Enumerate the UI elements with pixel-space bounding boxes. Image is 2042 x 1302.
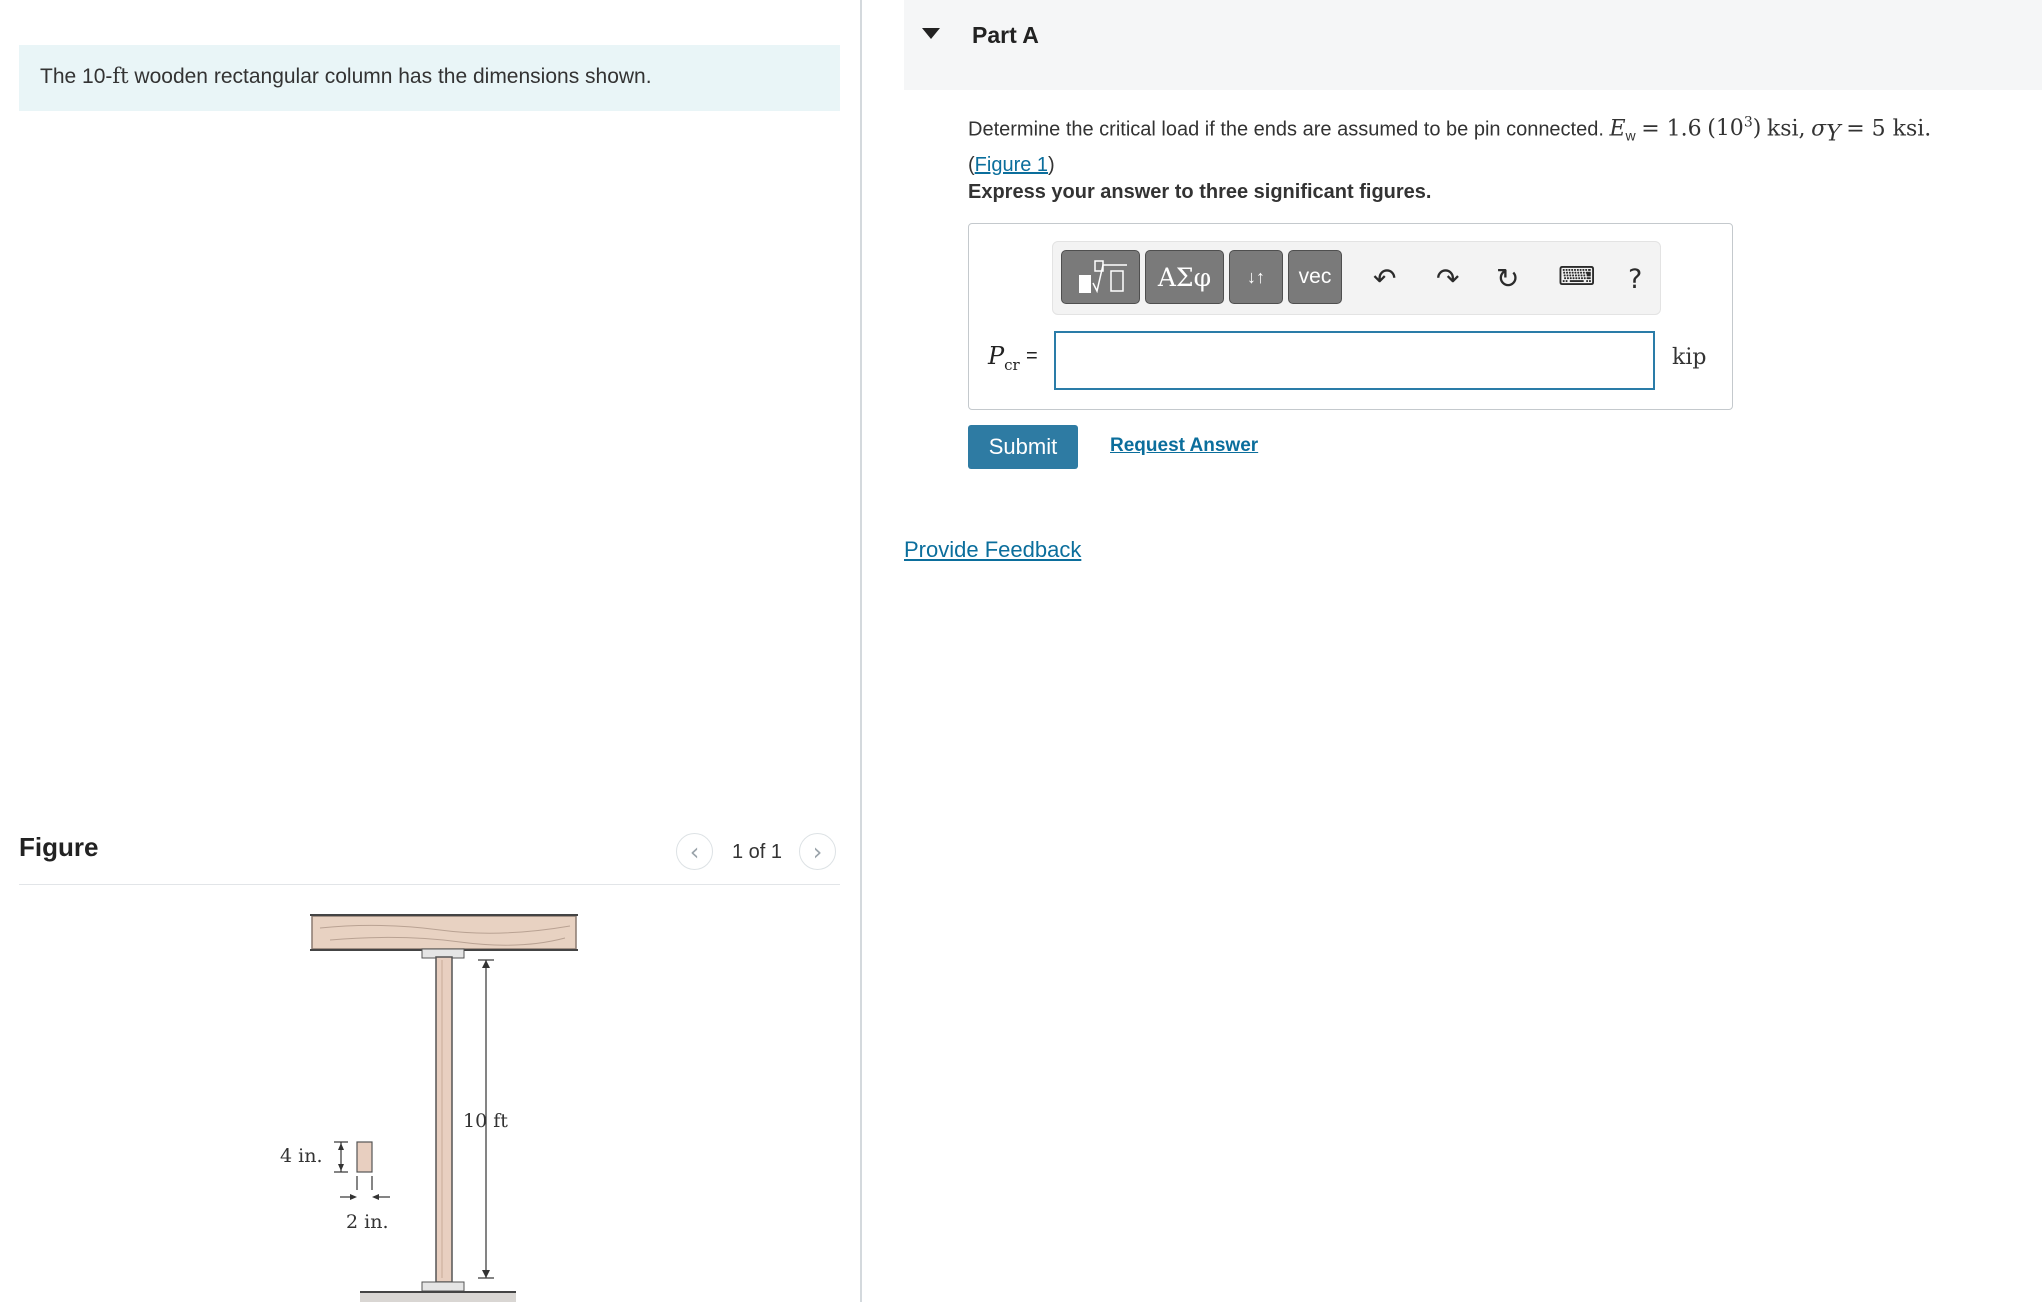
yield-value: = 5 ksi. bbox=[1846, 116, 1932, 142]
answer-label-symbol: P bbox=[988, 342, 1005, 370]
intro-text: The 10- bbox=[40, 65, 113, 88]
templates-icon bbox=[1078, 260, 1127, 294]
part-title[interactable]: Part A bbox=[972, 22, 1039, 49]
width-label: 2 in. bbox=[346, 1211, 388, 1233]
height-label: 10 ft bbox=[463, 1110, 508, 1132]
modulus-power-base: 10 bbox=[1715, 116, 1744, 142]
help-button[interactable]: ? bbox=[1628, 264, 1642, 295]
caret-down-icon[interactable] bbox=[922, 28, 940, 39]
chevron-right-icon: › bbox=[812, 837, 823, 866]
math-toolbar: ΑΣφ ↓↑ vec ↶ ↷ ↻ ⌨ ? bbox=[1052, 241, 1661, 315]
answer-equals: = bbox=[1026, 345, 1038, 367]
cross-section bbox=[356, 1141, 373, 1173]
modulus-power-exp: 3 bbox=[1743, 115, 1753, 131]
modulus-sub: w bbox=[1625, 127, 1636, 144]
greek-button[interactable]: ΑΣφ bbox=[1145, 250, 1224, 304]
answer-label: Pcr bbox=[988, 342, 1020, 374]
instruction-text: Express your answer to three significant… bbox=[968, 181, 1432, 203]
question-text: Determine the critical load if the ends … bbox=[968, 115, 1932, 177]
vector-button[interactable]: vec bbox=[1288, 250, 1342, 304]
modulus-symbol: E bbox=[1609, 116, 1626, 142]
submit-button[interactable]: Submit bbox=[968, 425, 1078, 469]
intro-unit: ft bbox=[112, 64, 129, 88]
figure-title: Figure bbox=[19, 832, 99, 862]
part-header[interactable] bbox=[904, 0, 2042, 90]
figure-link[interactable]: Figure 1 bbox=[975, 154, 1048, 176]
answer-box: ΑΣφ ↓↑ vec ↶ ↷ ↻ ⌨ ? Pcr = kip bbox=[968, 223, 1733, 410]
column-shaft bbox=[435, 956, 453, 1283]
panel-divider bbox=[860, 0, 862, 1302]
modulus-power: (103) bbox=[1707, 115, 1762, 142]
ground bbox=[360, 1293, 516, 1302]
templates-button[interactable] bbox=[1061, 250, 1140, 304]
answer-unit: kip bbox=[1672, 345, 1707, 370]
question-body: Determine the critical load if the ends … bbox=[968, 118, 1604, 141]
subscript-superscript-button[interactable]: ↓↑ bbox=[1229, 250, 1283, 304]
modulus-value: = 1.6 bbox=[1641, 116, 1702, 142]
provide-feedback-link[interactable]: Provide Feedback bbox=[904, 537, 1081, 563]
request-answer-link[interactable]: Request Answer bbox=[1110, 435, 1258, 457]
figure-header: Figure ‹ 1 of 1 › bbox=[19, 826, 840, 885]
top-beam bbox=[311, 915, 577, 950]
yield-sub: Y bbox=[1826, 121, 1841, 147]
answer-label-sub: cr bbox=[1004, 355, 1020, 374]
modulus-unit: ksi, bbox=[1766, 116, 1806, 142]
chevron-left-icon: ‹ bbox=[689, 837, 700, 866]
yield-symbol: σ bbox=[1811, 116, 1827, 142]
answer-input[interactable] bbox=[1054, 331, 1655, 390]
redo-icon[interactable]: ↷ bbox=[1436, 262, 1459, 295]
keyboard-icon[interactable]: ⌨ bbox=[1558, 262, 1596, 292]
figure-next-button[interactable]: › bbox=[799, 833, 836, 870]
reset-icon[interactable]: ↻ bbox=[1496, 262, 1519, 295]
undo-icon[interactable]: ↶ bbox=[1373, 262, 1396, 295]
problem-intro: The 10-ft wooden rectangular column has … bbox=[19, 45, 840, 111]
figure-counter: 1 of 1 bbox=[732, 841, 783, 863]
column-figure: 10 ft 4 in. 2 in. bbox=[280, 914, 578, 1302]
depth-label: 4 in. bbox=[280, 1145, 322, 1167]
intro-text-rest: wooden rectangular column has the dimens… bbox=[128, 65, 652, 88]
bottom-pin bbox=[421, 1281, 465, 1292]
problem-panel: The 10-ft wooden rectangular column has … bbox=[0, 0, 861, 1302]
figure-prev-button[interactable]: ‹ bbox=[676, 833, 713, 870]
